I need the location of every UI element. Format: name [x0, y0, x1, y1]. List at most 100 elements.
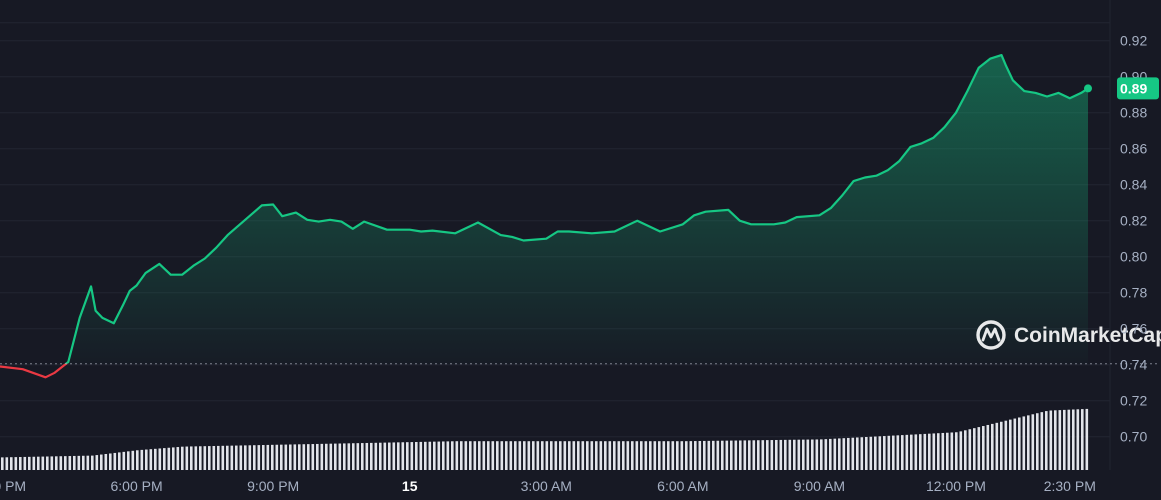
volume-bar [464, 441, 468, 470]
volume-bar [437, 441, 441, 470]
volume-bar [851, 437, 855, 470]
volume-bar [829, 438, 832, 470]
volume-bar [275, 444, 279, 470]
volume-bar [716, 440, 720, 470]
volume-bar [68, 456, 72, 470]
volume-bar [914, 434, 918, 470]
volume-bar [901, 435, 904, 470]
volume-bar [352, 443, 355, 470]
volume-bar [968, 429, 972, 470]
volume-bar [982, 426, 985, 470]
volume-bar [532, 441, 535, 470]
volume-bar [262, 445, 265, 470]
volume-bar [401, 442, 405, 470]
x-tick-label: 3:00 PM [0, 478, 26, 494]
volume-bar [577, 441, 580, 470]
volume-bar [649, 441, 652, 470]
volume-bar [181, 446, 184, 470]
volume-bar [761, 440, 765, 470]
volume-bar [928, 433, 931, 470]
y-tick-label: 0.74 [1120, 357, 1147, 373]
volume-bar [23, 456, 27, 470]
volume-bar [1027, 415, 1030, 470]
volume-bar [698, 440, 702, 470]
volume-bar [356, 443, 360, 470]
volume-bar [257, 445, 261, 470]
volume-bar [1040, 412, 1044, 470]
volume-bar [874, 436, 877, 470]
volume-bar [694, 441, 697, 470]
volume-bar [1031, 414, 1035, 470]
volume-bar [289, 444, 292, 470]
volume-bar [473, 441, 477, 470]
volume-bar [1054, 410, 1057, 470]
volume-bar [365, 442, 369, 470]
volume-bar [59, 456, 63, 470]
volume-bar [334, 443, 337, 470]
volume-bar [995, 422, 999, 470]
volume-bar [1004, 420, 1008, 470]
volume-bar [392, 442, 396, 470]
volume-bar [424, 441, 427, 470]
volume-bar [140, 449, 144, 470]
volume-bar [626, 441, 630, 470]
volume-bar [136, 450, 139, 470]
volume-bar [604, 441, 607, 470]
volume-bar [325, 443, 328, 470]
volume-bar [797, 439, 801, 470]
volume-bar [667, 441, 670, 470]
volume-bar [505, 441, 508, 470]
volume-bar [842, 438, 846, 470]
current-price-dot [1084, 84, 1092, 93]
volume-bar [622, 441, 625, 470]
volume-bar [41, 456, 45, 470]
price-chart[interactable]: CoinMarketCap 0.920.900.880.860.840.820.… [0, 0, 1161, 500]
volume-bar [298, 444, 301, 470]
volume-bar [788, 439, 792, 470]
volume-bar [662, 441, 666, 470]
volume-bar [779, 439, 783, 470]
volume-bar [235, 445, 238, 470]
volume-bar [127, 451, 130, 470]
volume-bar [766, 440, 769, 470]
volume-bar [77, 455, 81, 470]
volume-bar [689, 441, 693, 470]
volume-bar [811, 439, 814, 470]
volume-bar [500, 441, 504, 470]
volume-bar [347, 443, 351, 470]
volume-bar [518, 441, 522, 470]
volume-bar [1063, 409, 1066, 470]
volume-bar [991, 423, 994, 470]
volume-bar [100, 454, 103, 470]
x-tick-label: 15 [402, 478, 418, 494]
volume-bar [118, 452, 121, 470]
volume-bar [784, 439, 787, 470]
volume-bar [194, 446, 198, 470]
volume-bar [559, 441, 562, 470]
volume-bar [793, 439, 796, 470]
volume-bar [739, 440, 742, 470]
volume-bar [428, 441, 432, 470]
volume-bar [1009, 419, 1012, 470]
volume-bar [712, 440, 715, 470]
volume-bar [946, 432, 949, 470]
volume-bar [599, 441, 603, 470]
y-tick-label: 0.78 [1120, 285, 1147, 301]
y-tick-label: 0.86 [1120, 141, 1147, 157]
y-tick-label: 0.76 [1120, 321, 1147, 337]
volume-bar [658, 441, 661, 470]
volume-bar [536, 441, 540, 470]
y-tick-label: 0.92 [1120, 33, 1147, 49]
volume-bar [185, 446, 189, 470]
volume-bar [415, 441, 418, 470]
volume-bar [910, 434, 913, 470]
volume-bar [338, 443, 342, 470]
volume-bar [208, 446, 211, 470]
volume-bar [856, 437, 859, 470]
volume-bar [32, 456, 36, 470]
volume-bar [887, 435, 891, 470]
price-area-fill [66, 55, 1088, 364]
volume-bar [1058, 410, 1062, 470]
x-tick-label: 12:00 PM [926, 478, 986, 494]
volume-bar [280, 444, 283, 470]
